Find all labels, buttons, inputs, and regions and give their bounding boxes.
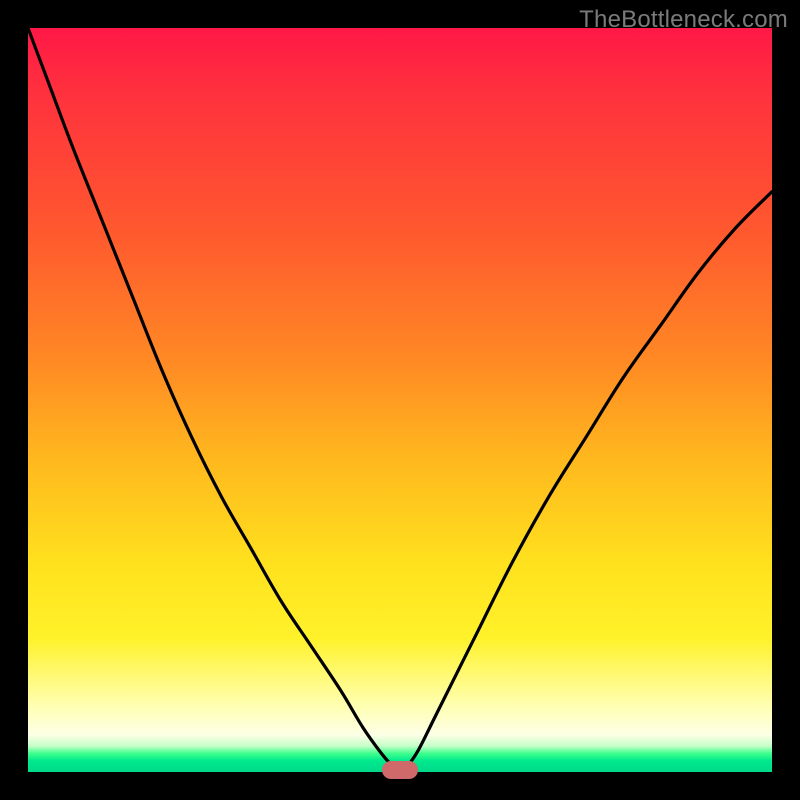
chart-frame: TheBottleneck.com [0, 0, 800, 800]
plot-area [28, 28, 772, 772]
min-marker [382, 761, 418, 779]
curve-path [28, 28, 772, 772]
bottleneck-curve [28, 28, 772, 772]
